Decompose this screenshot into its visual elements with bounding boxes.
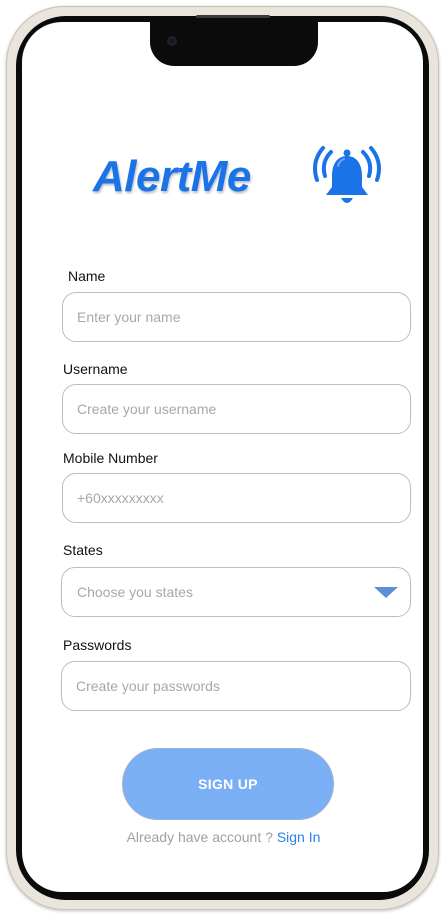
sign-in-prompt: Already have account ? Sign In — [0, 829, 447, 845]
bell-icon — [313, 146, 381, 203]
mobile-number-input[interactable] — [62, 473, 411, 523]
app-logo-text: AlertMe — [93, 152, 251, 201]
sign-up-button[interactable]: SIGN UP — [122, 748, 334, 820]
phone-notch — [150, 22, 318, 66]
front-camera-icon — [167, 36, 177, 46]
app-logo: AlertMe — [93, 146, 393, 216]
username-input[interactable] — [62, 384, 411, 434]
states-selected-value: Choose you states — [77, 584, 193, 600]
sign-in-link[interactable]: Sign In — [277, 829, 321, 845]
chevron-down-icon[interactable] — [374, 587, 398, 598]
phone-top-edge — [196, 15, 270, 18]
name-input[interactable] — [62, 292, 411, 342]
username-label: Username — [63, 361, 128, 377]
states-select[interactable]: Choose you states — [61, 567, 411, 617]
mobile-number-label: Mobile Number — [63, 450, 158, 466]
name-label: Name — [68, 268, 106, 284]
password-input[interactable] — [61, 661, 411, 711]
sign-in-prompt-text: Already have account ? — [126, 829, 273, 845]
states-label: States — [63, 542, 103, 558]
password-label: Passwords — [63, 637, 132, 653]
